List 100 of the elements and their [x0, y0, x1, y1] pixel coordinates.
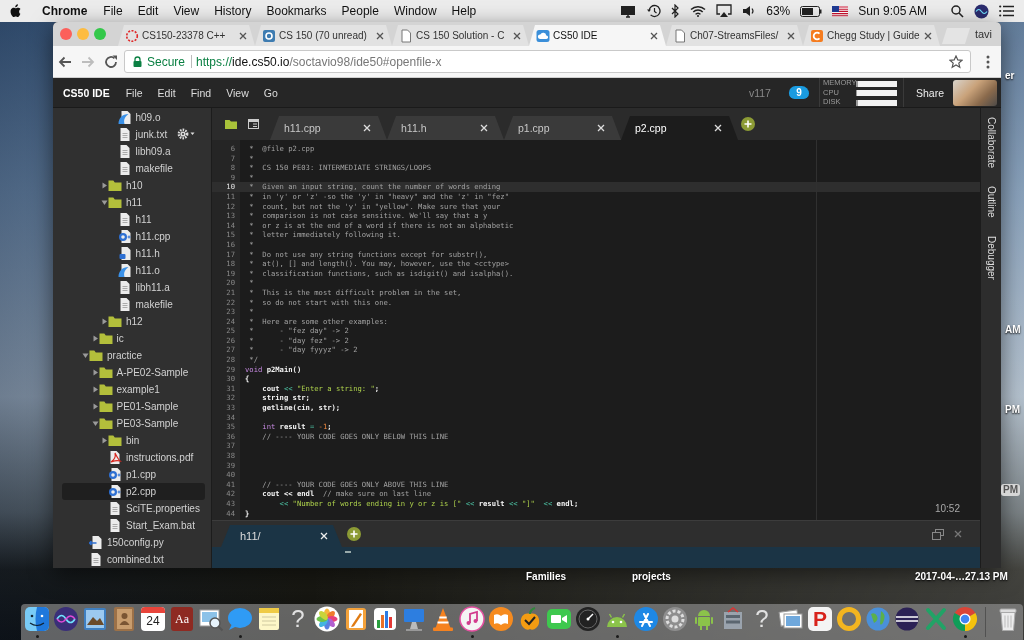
tree-item[interactable]: h10	[62, 177, 205, 194]
close-icon[interactable]	[513, 31, 521, 40]
app-menu[interactable]: Chrome	[42, 4, 88, 18]
dictionary-icon[interactable]: Aa	[171, 607, 193, 631]
tree-item[interactable]: h11.o	[62, 262, 205, 279]
browser-tab[interactable]: CS50 IDE	[529, 25, 666, 46]
tree-item[interactable]: 150config.py	[62, 534, 205, 551]
menu-item[interactable]: Edit	[157, 86, 176, 99]
desktop-file-label[interactable]: PM	[1001, 484, 1020, 496]
share-button[interactable]: Share	[915, 86, 944, 99]
tree-item[interactable]: A-PE02-Sample	[62, 364, 205, 381]
flower-icon[interactable]	[314, 606, 340, 632]
tree-item[interactable]: h11.h	[62, 245, 205, 262]
reload-icon[interactable]	[103, 53, 119, 70]
star-icon[interactable]	[949, 54, 963, 69]
close-icon[interactable]	[239, 31, 247, 40]
editor-tab[interactable]: h11.h	[387, 116, 504, 140]
tree-item[interactable]: Start_Exam.bat	[62, 517, 205, 534]
restore-icon[interactable]	[932, 528, 944, 540]
settings-icon[interactable]	[177, 128, 195, 140]
folder-icon[interactable]	[225, 119, 237, 129]
letter-logo-icon[interactable]: P	[808, 607, 832, 631]
battery-icon[interactable]	[800, 5, 823, 17]
tree-item[interactable]: example1	[62, 381, 205, 398]
flag-icon[interactable]	[832, 5, 849, 17]
close-icon[interactable]	[650, 31, 658, 40]
bluetooth-icon[interactable]	[671, 4, 681, 18]
airplay-icon[interactable]	[716, 4, 733, 18]
browser-tab[interactable]: CS150-23378 C++	[118, 25, 255, 46]
new-terminal-button[interactable]	[347, 527, 361, 541]
ring-icon[interactable]	[836, 606, 862, 632]
smiling-face-icon[interactable]	[24, 606, 50, 632]
side-tab[interactable]: Collaborate	[985, 117, 997, 169]
menu-item[interactable]: People	[341, 4, 379, 18]
menu-item[interactable]: Bookmarks	[266, 4, 327, 18]
tree-item[interactable]: p2.cpp	[62, 483, 205, 500]
caret-icon[interactable]	[91, 369, 99, 376]
new-file-button[interactable]	[741, 117, 755, 131]
caret-icon[interactable]	[101, 318, 108, 325]
gear-icon[interactable]	[662, 606, 688, 632]
menu-item[interactable]: View	[226, 86, 249, 99]
desktop-file-label[interactable]: Families	[524, 571, 569, 583]
tree-item[interactable]: h11	[62, 194, 205, 211]
question-mark-icon[interactable]: ?	[749, 606, 775, 632]
address-field[interactable]: Secure https://ide.cs50.io/soctavio98/ide50#openfile-x	[124, 50, 971, 73]
editor-tab[interactable]: h11.cpp	[270, 116, 387, 140]
browser-tab[interactable]: CS 150 Solution - C	[392, 25, 529, 46]
menu-clock[interactable]: Sun 9:05 AM	[858, 4, 927, 18]
desktop-file-label[interactable]: er	[1003, 70, 1017, 82]
caret-icon[interactable]	[101, 199, 108, 206]
open-book-icon[interactable]	[488, 606, 514, 632]
volume-icon[interactable]	[742, 5, 757, 17]
calendar-icon[interactable]: 24	[141, 607, 165, 631]
tree-item[interactable]: libh09.a	[62, 143, 205, 160]
menu-icon[interactable]	[986, 54, 990, 69]
bar-chart-icon[interactable]	[372, 606, 398, 632]
wifi-icon[interactable]	[690, 5, 707, 17]
gauge-icon[interactable]	[575, 606, 601, 632]
music-note-icon[interactable]	[459, 606, 485, 632]
terminal-tab[interactable]: h11/	[221, 525, 342, 547]
tree-item[interactable]: bin	[62, 432, 205, 449]
tree-item[interactable]: ic	[62, 330, 205, 347]
profile-button[interactable]: tavi	[974, 28, 992, 40]
tree-item[interactable]: p1.cpp	[62, 466, 205, 483]
address-book-icon[interactable]	[111, 606, 137, 632]
close-icon[interactable]	[924, 31, 932, 40]
photo-stack-icon[interactable]	[778, 606, 804, 632]
caret-icon[interactable]	[82, 352, 89, 359]
tree-item[interactable]: PE03-Sample	[62, 415, 205, 432]
editor-tab[interactable]: p1.cpp	[504, 116, 621, 140]
segmented-circle-icon[interactable]	[952, 606, 978, 632]
caret-icon[interactable]	[91, 403, 99, 410]
editor-tab[interactable]: p2.cpp	[621, 116, 738, 140]
caret-icon[interactable]	[91, 335, 99, 342]
tree-item[interactable]: junk.txt	[62, 126, 205, 143]
menu-item[interactable]: Window	[393, 4, 437, 18]
tree-item[interactable]: makefile	[62, 296, 205, 313]
tree-item[interactable]: h12	[62, 313, 205, 330]
history-clock-icon[interactable]	[646, 4, 662, 18]
close-icon[interactable]	[376, 31, 384, 40]
tree-item[interactable]: h11.cpp	[62, 228, 205, 245]
menu-item[interactable]: Go	[263, 86, 278, 99]
desktop-file-label[interactable]: projects	[630, 571, 673, 583]
tree-item[interactable]: makefile	[62, 160, 205, 177]
menu-item[interactable]: Edit	[137, 4, 159, 18]
browser-tab[interactable]: Chegg Study | Guide	[803, 25, 940, 46]
tools-circle-icon[interactable]	[633, 606, 659, 632]
striped-orb-icon[interactable]	[894, 606, 920, 632]
tree-item[interactable]: h09.o	[62, 109, 205, 126]
tree-item[interactable]: PE01-Sample	[62, 398, 205, 415]
tree-item[interactable]: practice	[62, 347, 205, 364]
menu-item[interactable]: Help	[451, 4, 477, 18]
pen-paper-icon[interactable]	[343, 606, 369, 632]
tree-item[interactable]: h11	[62, 211, 205, 228]
photo-stamp-icon[interactable]	[82, 606, 108, 632]
apple-icon[interactable]	[9, 4, 21, 18]
caret-icon[interactable]	[91, 420, 99, 427]
voice-orb-icon[interactable]	[53, 606, 79, 632]
tree-item[interactable]: libh11.a	[62, 279, 205, 296]
tree-item[interactable]: instructions.pdf	[62, 449, 205, 466]
